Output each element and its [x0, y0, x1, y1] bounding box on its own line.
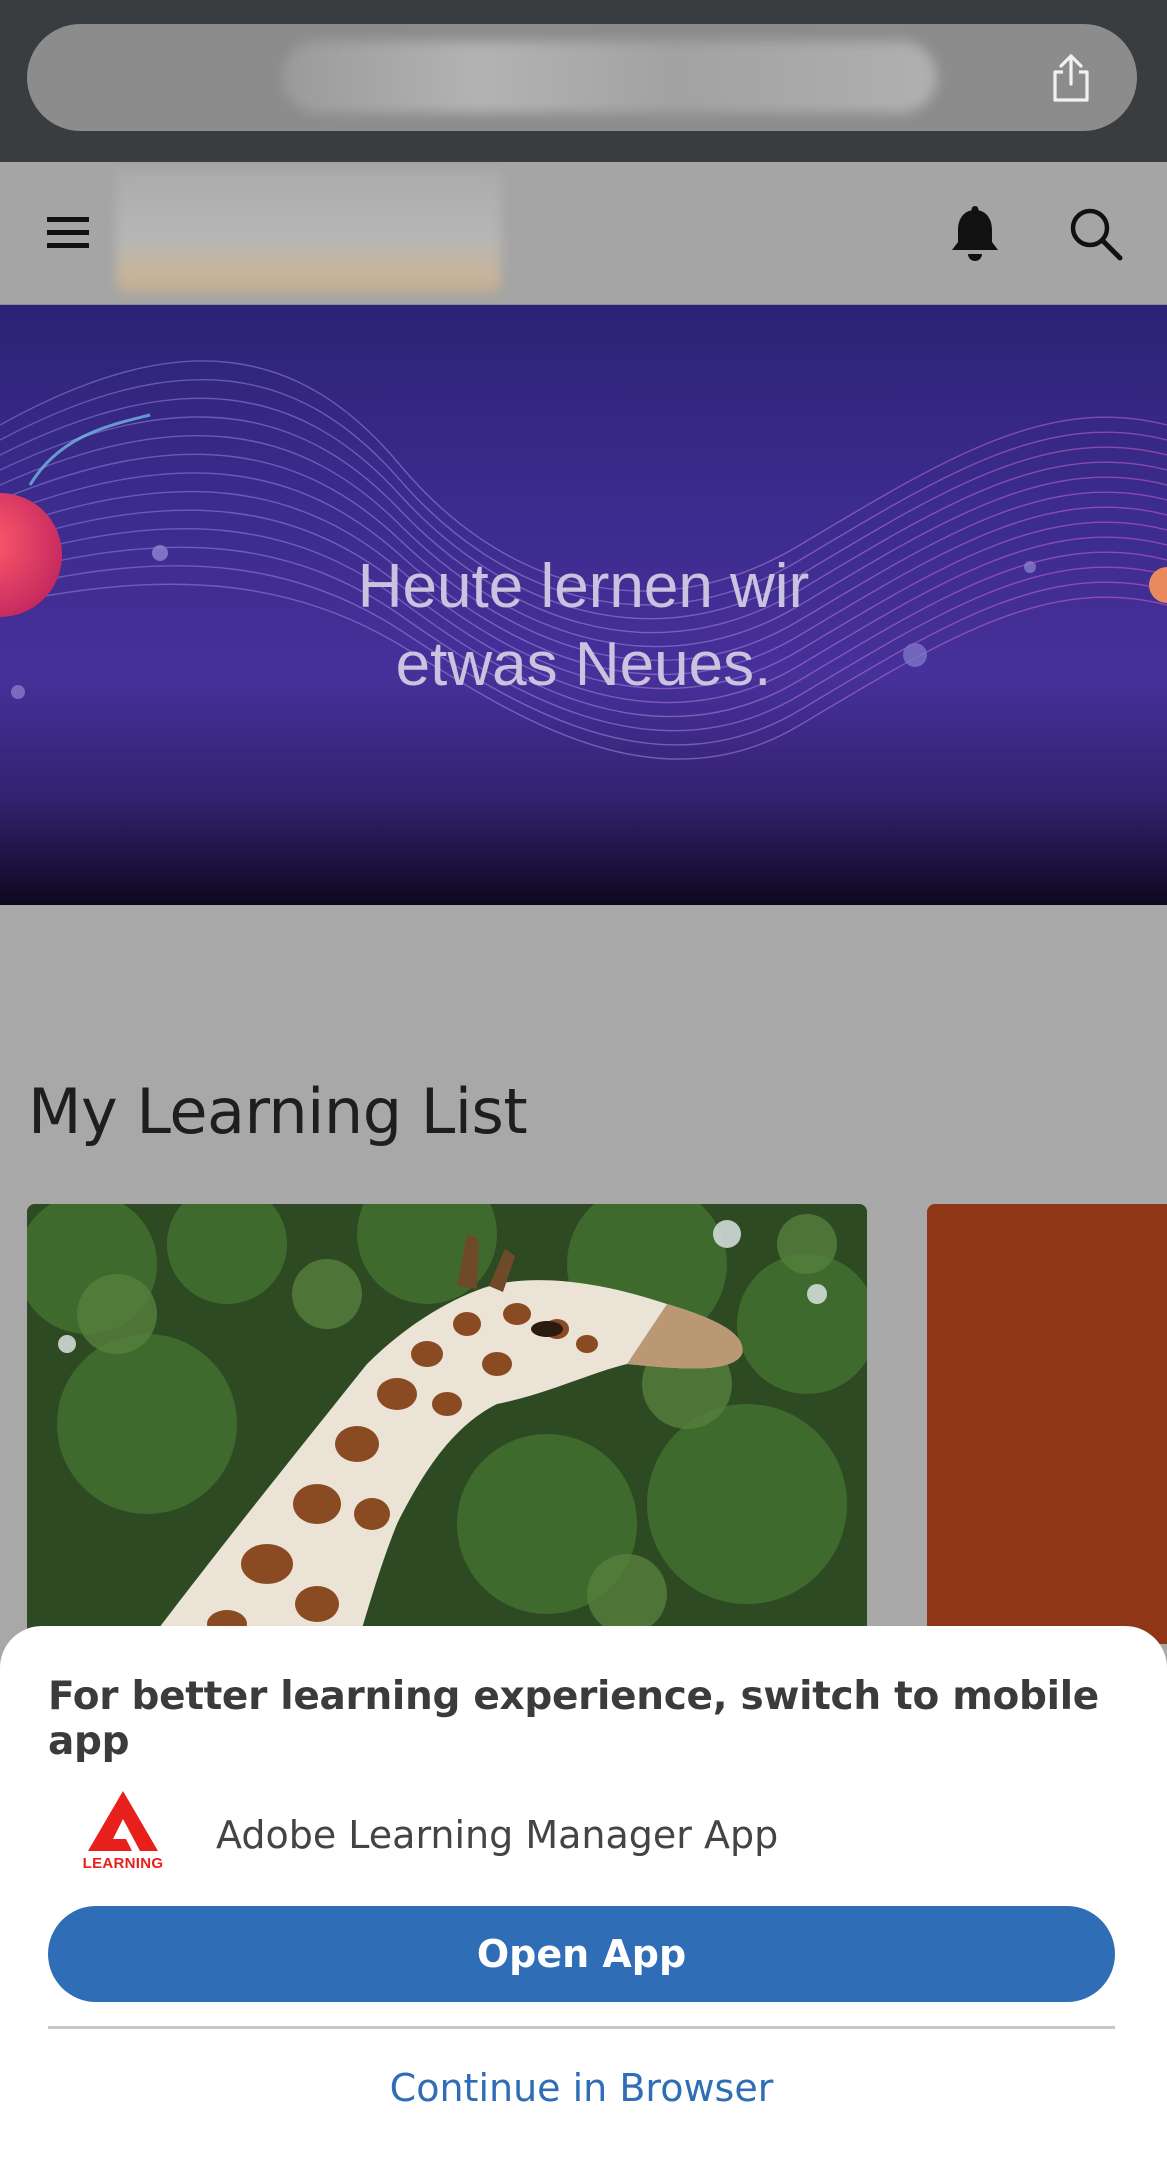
hamburger-menu-icon[interactable] [46, 210, 92, 256]
open-app-button[interactable]: Open App [48, 1906, 1115, 2002]
address-bar[interactable] [27, 24, 1137, 131]
giraffe-photo [27, 1204, 867, 1644]
url-text-redacted [282, 41, 937, 113]
app-name: Adobe Learning Manager App [216, 1813, 779, 1857]
company-logo-redacted[interactable] [116, 170, 501, 294]
continue-in-browser-link[interactable]: Continue in Browser [48, 2066, 1115, 2110]
divider [48, 2026, 1115, 2029]
hero-line-2: etwas Neues. [395, 630, 772, 699]
section-title: My Learning List [28, 1075, 528, 1148]
sheet-title: For better learning experience, switch t… [48, 1674, 1099, 1764]
hero-banner: Heute lernen wir etwas Neues. [0, 305, 1167, 905]
switch-to-app-sheet: For better learning experience, switch t… [0, 1626, 1167, 2161]
hero-line-1: Heute lernen wir [357, 552, 810, 621]
learning-card-image[interactable] [27, 1204, 867, 1644]
app-header [0, 162, 1167, 305]
app-option-row[interactable]: LEARNING Adobe Learning Manager App [48, 1791, 1118, 1891]
bell-icon[interactable] [948, 206, 1002, 264]
search-icon[interactable] [1068, 206, 1124, 262]
hero-heading: Heute lernen wir etwas Neues. [0, 548, 1167, 704]
share-icon[interactable] [1045, 52, 1097, 104]
app-logo-label: LEARNING [82, 1855, 164, 1872]
learning-card-partial[interactable] [927, 1204, 1167, 1644]
browser-toolbar [0, 0, 1167, 162]
